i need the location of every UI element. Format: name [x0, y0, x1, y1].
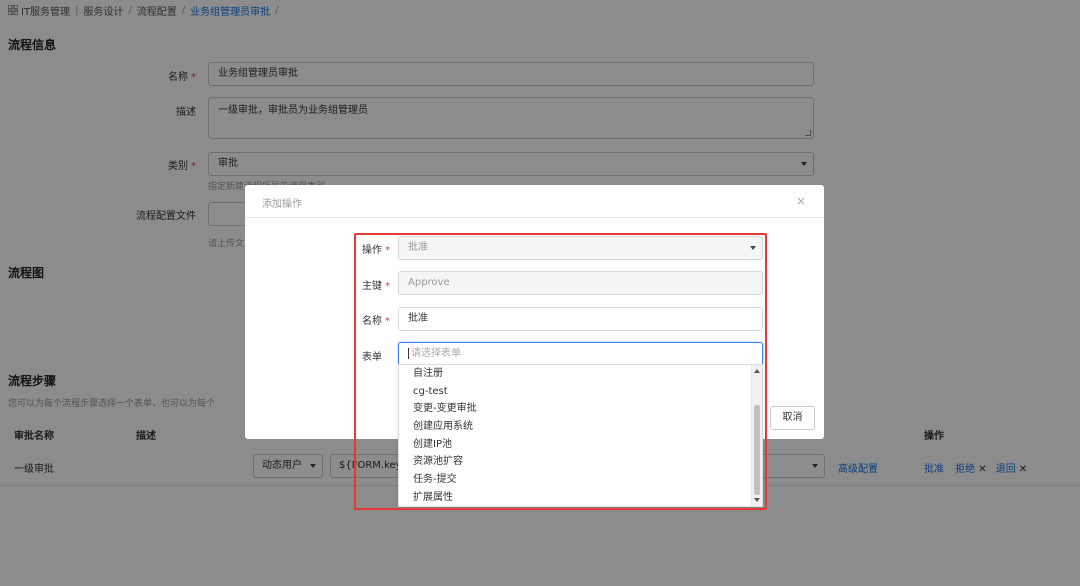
modal-header: 添加操作 × — [245, 185, 824, 218]
cancel-button[interactable]: 取消 — [770, 406, 815, 430]
highlight-annotation-box — [354, 233, 767, 510]
modal-title: 添加操作 — [262, 199, 302, 210]
close-icon[interactable]: × — [796, 194, 806, 208]
